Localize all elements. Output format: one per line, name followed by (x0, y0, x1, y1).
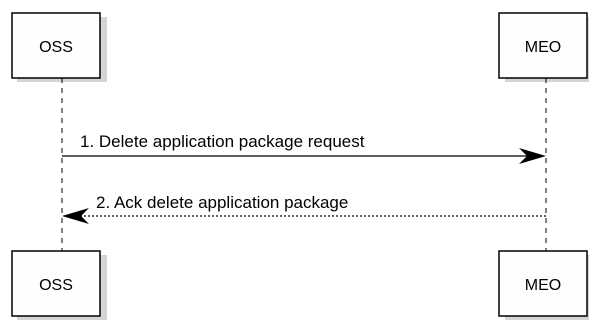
message-1: 1. Delete application package request (62, 132, 546, 164)
participant-oss-top: OSS (11, 12, 101, 79)
participant-oss-top-label: OSS (39, 39, 73, 56)
sequence-diagram: OSS MEO 1. Delete application package re… (11, 12, 589, 320)
participant-meo-top-label: MEO (525, 39, 561, 56)
participant-meo-bottom-label: MEO (525, 277, 561, 294)
participant-oss-bottom: OSS (11, 250, 101, 317)
message-2: 2. Ack delete application package (62, 193, 546, 224)
participant-meo-top: MEO (498, 12, 588, 79)
participant-meo-bottom: MEO (498, 250, 588, 317)
participant-oss-bottom-label: OSS (39, 277, 73, 294)
message-1-label: 1. Delete application package request (80, 132, 365, 151)
message-2-label: 2. Ack delete application package (96, 193, 348, 212)
